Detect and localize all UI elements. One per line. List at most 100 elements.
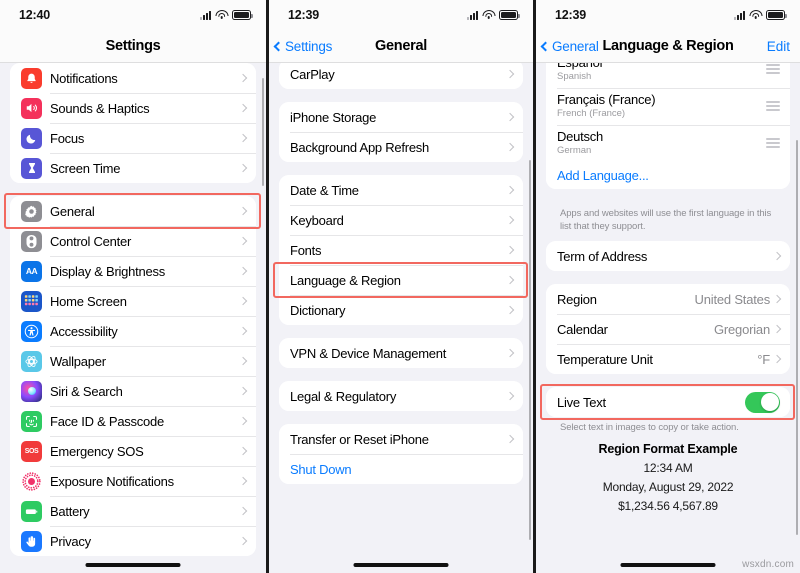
chevron-right-icon <box>238 536 248 546</box>
chevron-right-icon <box>505 348 515 358</box>
list-item-label: VPN & Device Management <box>290 345 447 361</box>
page-title: Settings <box>105 38 161 54</box>
region-format-example-line-3: $1,234.56 4,567.89 <box>618 499 718 513</box>
reorder-handle-icon[interactable] <box>766 63 780 75</box>
list-item[interactable]: Exposure Notifications <box>10 466 256 496</box>
list-item[interactable]: Temperature Unit °F <box>546 344 790 374</box>
list-item[interactable]: Screen Time <box>10 153 256 183</box>
chevron-right-icon <box>238 386 248 396</box>
back-button-general[interactable]: General <box>540 39 599 54</box>
language-list-item[interactable]: EspañolSpanish <box>546 63 790 88</box>
list-item-label: Privacy <box>50 533 91 549</box>
chevron-right-icon <box>772 294 782 304</box>
list-item-label: Exposure Notifications <box>50 473 174 489</box>
live-text-row[interactable]: Live Text <box>546 387 790 417</box>
list-item[interactable]: Face ID & Passcode <box>10 406 256 436</box>
list-item[interactable]: Keyboard <box>279 205 523 235</box>
list-item[interactable]: Region United States <box>546 284 790 314</box>
list-item-label: Battery <box>50 503 90 519</box>
list-item-label: Accessibility <box>50 323 118 339</box>
list-item[interactable]: AA Display & Brightness <box>10 256 256 286</box>
general-gear-icon <box>21 200 42 222</box>
list-item-label: Home Screen <box>50 293 127 309</box>
list-item[interactable]: Term of Address <box>546 241 790 271</box>
list-item[interactable]: General <box>10 196 256 226</box>
region-format-example-title: Region Format Example <box>598 442 738 456</box>
language-group: EspañolSpanishFrançais (France)French (F… <box>546 63 790 189</box>
accessibility-icon <box>21 320 42 342</box>
region-format-example-line-2: Monday, August 29, 2022 <box>602 480 734 494</box>
language-native-name: Español <box>557 63 602 70</box>
list-item-label: Wallpaper <box>50 353 106 369</box>
list-item[interactable]: Focus <box>10 123 256 153</box>
general-list[interactable]: CarPlay iPhone Storage Background App Refr… <box>269 63 533 573</box>
chevron-right-icon <box>238 416 248 426</box>
list-item-label: Language & Region <box>290 272 401 288</box>
list-item[interactable]: Home Screen <box>10 286 256 316</box>
chevron-right-icon <box>772 324 782 334</box>
list-item-label: Notifications <box>50 70 118 86</box>
settings-group: Legal & Regulatory <box>279 381 523 411</box>
reorder-handle-icon[interactable] <box>766 100 780 112</box>
language-region-list[interactable]: EspañolSpanishFrançais (France)French (F… <box>536 63 800 573</box>
add-language-button[interactable]: Add Language... <box>546 162 790 189</box>
chevron-right-icon <box>772 354 782 364</box>
reorder-handle-icon[interactable] <box>766 137 780 149</box>
control-center-icon <box>21 230 42 252</box>
live-text-toggle[interactable] <box>745 391 780 413</box>
battery-icon <box>499 10 520 20</box>
list-item[interactable]: SOS Emergency SOS <box>10 436 256 466</box>
settings-group: CarPlay <box>279 63 523 89</box>
list-item[interactable]: Accessibility <box>10 316 256 346</box>
wallpaper-icon <box>21 350 42 372</box>
list-item[interactable]: Shut Down <box>279 454 523 484</box>
chevron-right-icon <box>505 142 515 152</box>
status-bar: 12:39 <box>269 0 533 30</box>
list-item[interactable]: Notifications <box>10 63 256 93</box>
scrollbar[interactable] <box>795 140 798 535</box>
status-bar: 12:39 <box>536 0 800 30</box>
settings-list[interactable]: Notifications Sounds & Haptics Focus Screen… <box>0 63 266 573</box>
settings-group: Date & Time Keyboard Fonts Language & Regio… <box>279 175 523 325</box>
language-list-item[interactable]: Français (France) French (France) <box>546 88 790 125</box>
list-item[interactable]: Dictionary <box>279 295 523 325</box>
language-list-item[interactable]: Deutsch German <box>546 125 790 162</box>
list-item[interactable]: Battery <box>10 496 256 526</box>
list-item[interactable]: Fonts <box>279 235 523 265</box>
scrollbar[interactable] <box>528 160 531 540</box>
phone-screen-general: 12:39 Settings General CarPlay iPhone Sto… <box>269 0 533 573</box>
chevron-right-icon <box>238 326 248 336</box>
chevron-right-icon <box>505 275 515 285</box>
sounds-haptics-icon <box>21 97 42 119</box>
chevron-right-icon <box>238 356 248 366</box>
list-item[interactable]: Language & Region <box>279 265 523 295</box>
list-item[interactable]: Date & Time <box>279 175 523 205</box>
list-item[interactable]: VPN & Device Management <box>279 338 523 368</box>
nav-bar: Settings General <box>269 30 533 63</box>
list-item[interactable]: Control Center <box>10 226 256 256</box>
list-item-label: Fonts <box>290 242 322 258</box>
list-item[interactable]: Transfer or Reset iPhone <box>279 424 523 454</box>
back-button-settings[interactable]: Settings <box>273 39 332 54</box>
list-item[interactable]: Calendar Gregorian <box>546 314 790 344</box>
list-item-label: Siri & Search <box>50 383 123 399</box>
edit-button[interactable]: Edit <box>767 39 790 54</box>
scrollbar[interactable] <box>261 78 264 186</box>
emergency-sos-icon: SOS <box>21 440 42 462</box>
chevron-right-icon <box>238 163 248 173</box>
nav-bar: General Language & Region Edit <box>536 30 800 63</box>
screen-time-icon <box>21 157 42 179</box>
list-item-value: Gregorian <box>713 321 770 337</box>
list-item-label: Temperature Unit <box>557 351 653 367</box>
list-item[interactable]: Wallpaper <box>10 346 256 376</box>
chevron-right-icon <box>238 446 248 456</box>
list-item[interactable]: Legal & Regulatory <box>279 381 523 411</box>
list-item[interactable]: CarPlay <box>279 63 523 89</box>
list-item[interactable]: Sounds & Haptics <box>10 93 256 123</box>
list-item[interactable]: iPhone Storage <box>279 102 523 132</box>
list-item[interactable]: Background App Refresh <box>279 132 523 162</box>
list-item[interactable]: Siri & Search <box>10 376 256 406</box>
settings-group: iPhone Storage Background App Refresh <box>279 102 523 162</box>
list-item[interactable]: Privacy <box>10 526 256 556</box>
settings-group: Transfer or Reset iPhone Shut Down <box>279 424 523 484</box>
